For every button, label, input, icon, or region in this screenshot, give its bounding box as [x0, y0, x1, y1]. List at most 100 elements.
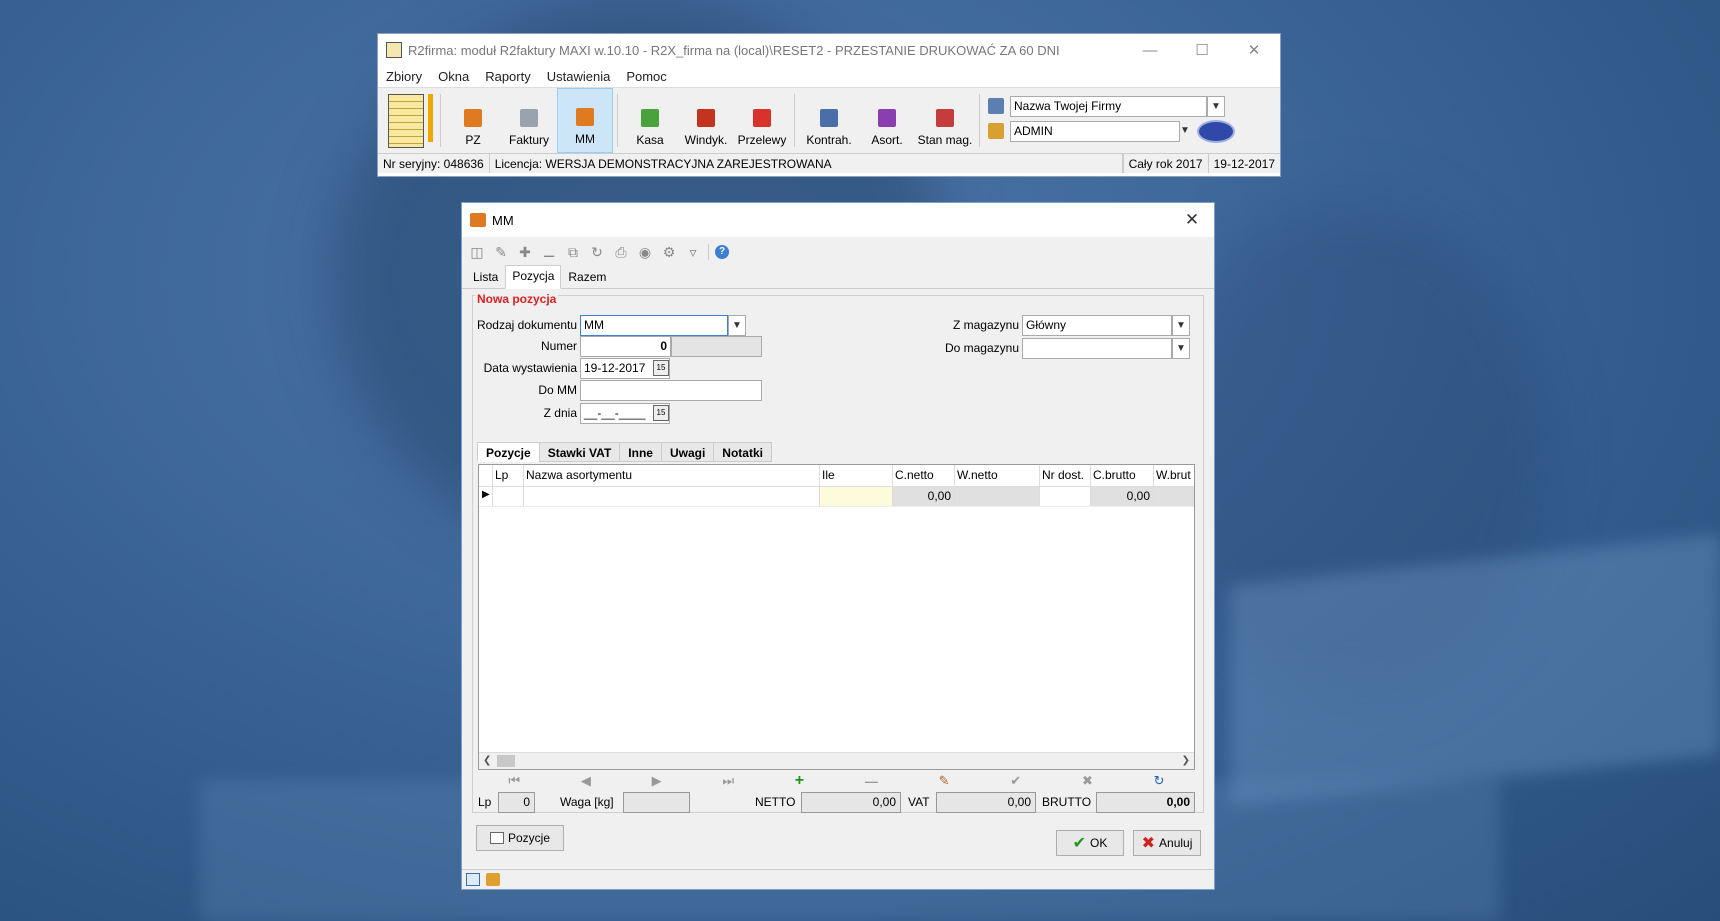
cell-wnetto [955, 487, 1040, 506]
chevron-down-icon[interactable]: ▼ [1207, 96, 1225, 117]
cell-lp[interactable] [493, 487, 524, 506]
scroll-thumb[interactable] [497, 755, 515, 767]
z-dnia-label: Z dnia [543, 406, 577, 420]
toolbar-windyk-button[interactable]: Windyk. [678, 88, 734, 153]
first-record-icon[interactable]: ⏮ [508, 773, 520, 789]
current-row-arrow-icon: ▶ [479, 487, 493, 506]
brutto-total: 0,00 [1096, 792, 1195, 813]
column-header-cbrutto[interactable]: C.brutto [1091, 465, 1154, 486]
big-document-icon[interactable] [378, 88, 436, 153]
cell-nr-dost[interactable] [1040, 487, 1091, 506]
company-select[interactable]: Nazwa Twojej Firmy [1010, 96, 1207, 117]
subtab-pozycje[interactable]: Pozycje [477, 442, 540, 462]
maximize-icon[interactable]: ☐ [1176, 34, 1228, 66]
column-header-wnetto[interactable]: W.netto [955, 465, 1040, 486]
anuluj-button[interactable]: ✖ Anuluj [1133, 830, 1201, 856]
close-icon[interactable]: ✕ [1228, 34, 1280, 66]
tab-pozycja[interactable]: Pozycja [505, 265, 562, 289]
toolbar-przelewy-button[interactable]: Przelewy [734, 88, 790, 153]
close-icon[interactable]: ✕ [1170, 210, 1214, 230]
print-icon[interactable]: ⎙ [612, 244, 630, 260]
confirm-record-icon[interactable]: ✔ [1010, 773, 1021, 789]
calendar-icon[interactable]: 15 [653, 405, 669, 421]
cancel-record-icon[interactable]: ✖ [1082, 773, 1093, 789]
list-icon [489, 832, 504, 844]
edit-record-icon[interactable]: ✎ [939, 773, 950, 789]
number-input[interactable]: 0 [580, 336, 671, 357]
menu-raporty[interactable]: Raporty [485, 69, 531, 84]
tab-razem[interactable]: Razem [561, 266, 613, 288]
new-document-icon[interactable]: ◫ [468, 244, 486, 260]
toolbar-mm-button[interactable]: MM [557, 88, 613, 153]
main-toolbar: PZ Faktury MM Kasa Windyk. Przelewy Kont… [378, 87, 1280, 153]
settings-icon[interactable]: ⚙ [660, 244, 678, 260]
refresh-icon[interactable]: ↻ [1154, 773, 1165, 789]
transfer-truck-icon [470, 213, 486, 227]
source-warehouse-select[interactable]: Główny [1022, 315, 1172, 336]
column-header-lp[interactable]: Lp [493, 465, 524, 486]
toolbar-kasa-button[interactable]: Kasa [622, 88, 678, 153]
truck-icon [464, 109, 482, 127]
toolbar-kontrah-button[interactable]: Kontrah. [799, 88, 859, 153]
toolbar-pz-button[interactable]: PZ [445, 88, 501, 153]
help-icon[interactable]: ? [715, 245, 729, 259]
subtab-notatki[interactable]: Notatki [713, 442, 772, 462]
prev-record-icon[interactable]: ◀ [581, 773, 591, 789]
pozycje-button[interactable]: Pozycje [476, 825, 564, 851]
copy-icon[interactable]: ⧉ [564, 244, 582, 260]
grid-view-icon[interactable] [466, 873, 480, 886]
do-mm-input[interactable] [580, 380, 762, 401]
menu-ustawienia[interactable]: Ustawienia [547, 69, 611, 84]
cell-ile[interactable] [820, 487, 893, 506]
tab-lista[interactable]: Lista [466, 266, 505, 288]
subtab-stawki-vat[interactable]: Stawki VAT [538, 442, 621, 462]
add-record-icon[interactable]: + [795, 772, 804, 790]
toolbar-faktury-button[interactable]: Faktury [501, 88, 557, 153]
last-record-icon[interactable]: ⏭ [722, 773, 734, 789]
ok-button[interactable]: ✔ OK [1056, 830, 1124, 856]
subtab-inne[interactable]: Inne [619, 442, 662, 462]
lp-total-field: 0 [498, 792, 535, 813]
delete-record-icon[interactable]: ⚊ [540, 244, 558, 260]
column-header-ile[interactable]: Ile [820, 465, 893, 486]
column-header-nr-dost[interactable]: Nr dost. [1040, 465, 1091, 486]
document-type-select[interactable]: MM [580, 315, 728, 336]
toolbar-separator [979, 94, 980, 147]
check-icon: ✔ [1072, 835, 1087, 852]
company-icon [988, 98, 1004, 114]
transfer-truck-icon[interactable] [486, 873, 500, 886]
positions-table[interactable]: Lp Nazwa asortymentu Ile C.netto W.netto… [478, 464, 1195, 770]
column-header-nazwa[interactable]: Nazwa asortymentu [524, 465, 820, 486]
chevron-down-icon[interactable]: ▼ [728, 315, 746, 336]
toolbar-asort-button[interactable]: Asort. [859, 88, 915, 153]
minimize-icon[interactable]: — [1124, 34, 1176, 66]
menu-pomoc[interactable]: Pomoc [626, 69, 666, 84]
edit-document-icon[interactable]: ✎ [492, 244, 510, 260]
filter-icon[interactable]: ▿ [684, 244, 702, 260]
menu-okna[interactable]: Okna [438, 69, 469, 84]
column-header-wbrutto[interactable]: W.brut [1154, 465, 1194, 486]
scroll-right-icon[interactable]: ❯ [1182, 755, 1190, 766]
brutto-label: BRUTTO [1042, 795, 1092, 809]
user-select[interactable]: ADMIN [1010, 121, 1180, 142]
add-record-icon[interactable]: ✚ [516, 244, 534, 260]
refresh-icon[interactable]: ↻ [588, 244, 606, 260]
calendar-icon[interactable]: 15 [653, 360, 669, 376]
next-record-icon[interactable]: ▶ [652, 773, 662, 789]
cell-nazwa[interactable] [524, 487, 820, 506]
scroll-left-icon[interactable]: ❮ [483, 755, 491, 766]
toolbar-stan-mag-button[interactable]: Stan mag. [915, 88, 975, 153]
chevron-down-icon[interactable]: ▼ [1172, 338, 1190, 359]
toolbar-separator [440, 94, 441, 147]
subtab-uwagi[interactable]: Uwagi [660, 442, 715, 462]
table-row[interactable]: ▶ 0,00 0,00 [479, 487, 1194, 507]
app-icon [386, 42, 402, 58]
delete-record-icon[interactable]: — [865, 774, 878, 789]
chevron-down-icon[interactable]: ▼ [1172, 315, 1190, 336]
binoculars-icon[interactable]: ◉ [636, 244, 654, 260]
horizontal-scrollbar[interactable]: ❮ ❯ [479, 752, 1194, 769]
menu-zbiory[interactable]: Zbiory [386, 69, 422, 84]
column-header-cnetto[interactable]: C.netto [893, 465, 955, 486]
chevron-down-icon[interactable]: ▼ [1176, 121, 1194, 142]
target-warehouse-select[interactable] [1022, 338, 1172, 359]
